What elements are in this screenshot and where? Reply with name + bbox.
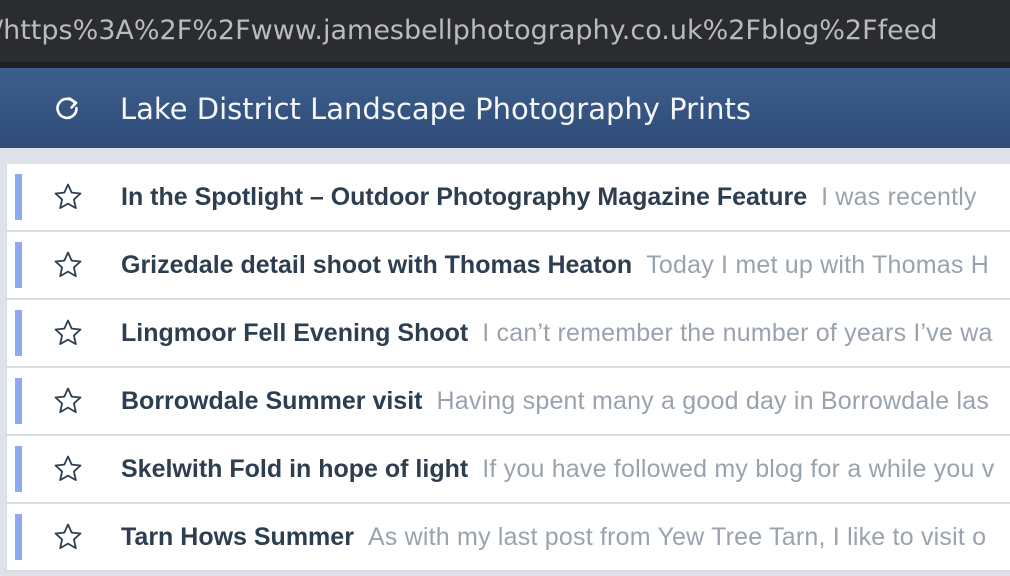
- article-title: Grizedale detail shoot with Thomas Heato…: [121, 251, 633, 279]
- article-snippet: Having spent many a good day in Borrowda…: [436, 387, 990, 415]
- refresh-icon[interactable]: [52, 93, 82, 123]
- unread-indicator: [15, 378, 22, 424]
- star-icon[interactable]: [53, 454, 83, 484]
- article-row[interactable]: Skelwith Fold in hope of light If you hav…: [6, 436, 1010, 504]
- article-row[interactable]: Tarn Hows Summer As with my last post fro…: [6, 504, 1010, 572]
- star-icon[interactable]: [53, 522, 83, 552]
- article-row[interactable]: Borrowdale Summer visit Having spent many…: [6, 368, 1010, 436]
- article-title: Tarn Hows Summer: [121, 523, 354, 551]
- unread-indicator: [15, 174, 22, 220]
- article-row[interactable]: In the Spotlight – Outdoor Photography M…: [6, 164, 1010, 232]
- unread-indicator: [15, 242, 22, 288]
- star-icon[interactable]: [53, 182, 83, 212]
- star-icon[interactable]: [53, 250, 83, 280]
- article-snippet: If you have followed my blog for a while…: [482, 455, 995, 483]
- feed-title: Lake District Landscape Photography Prin…: [120, 92, 751, 126]
- article-snippet: Today I met up with Thomas H: [646, 251, 989, 279]
- feed-header: Lake District Landscape Photography Prin…: [0, 68, 1010, 148]
- article-snippet: I can’t remember the number of years I’v…: [482, 319, 993, 347]
- unread-indicator: [15, 446, 22, 492]
- article-snippet: As with my last post from Yew Tree Tarn,…: [367, 523, 987, 551]
- unread-indicator: [15, 514, 22, 560]
- article-list: In the Spotlight – Outdoor Photography M…: [6, 164, 1010, 572]
- article-snippet: I was recently: [821, 183, 977, 211]
- article-title: Skelwith Fold in hope of light: [121, 455, 469, 483]
- star-icon[interactable]: [53, 318, 83, 348]
- article-title: Lingmoor Fell Evening Shoot: [121, 319, 469, 347]
- article-title: Borrowdale Summer visit: [121, 387, 423, 415]
- star-icon[interactable]: [53, 386, 83, 416]
- address-bar[interactable]: /https%3A%2F%2Fwww.jamesbellphotography.…: [0, 0, 1010, 62]
- unread-indicator: [15, 310, 22, 356]
- article-row[interactable]: Grizedale detail shoot with Thomas Heato…: [6, 232, 1010, 300]
- article-title: In the Spotlight – Outdoor Photography M…: [121, 183, 808, 211]
- article-row[interactable]: Lingmoor Fell Evening Shoot I can’t remem…: [6, 300, 1010, 368]
- url-text: /https%3A%2F%2Fwww.jamesbellphotography.…: [0, 15, 938, 46]
